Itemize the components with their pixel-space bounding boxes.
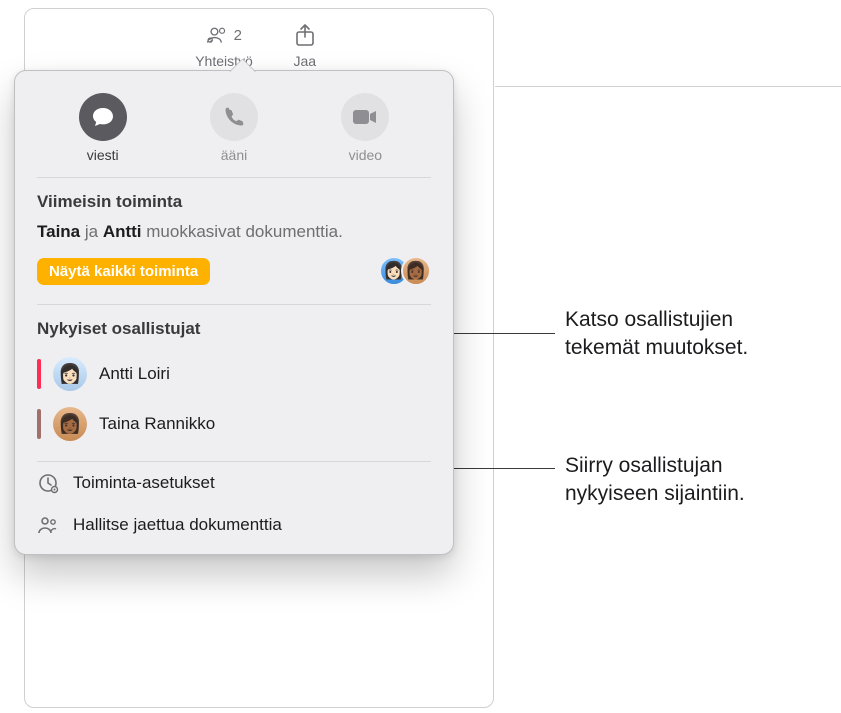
activity-heading: Viimeisin toiminta <box>37 192 431 212</box>
audio-label: ääni <box>221 147 247 163</box>
avatar: 👩🏾 <box>53 407 87 441</box>
message-label: viesti <box>87 147 119 163</box>
activity-settings-label: Toiminta-asetukset <box>73 473 215 493</box>
participants-section: Nykyiset osallistujat 👩🏻 Antti Loiri 👩🏾 … <box>15 305 453 453</box>
frame-edge <box>495 86 841 87</box>
activity-name-2: Antti <box>103 222 142 241</box>
activity-section: Viimeisin toiminta Taina ja Antti muokka… <box>15 178 453 304</box>
phone-icon <box>210 93 258 141</box>
activity-summary: Taina ja Antti muokkasivat dokumenttia. <box>37 222 431 242</box>
video-label: video <box>349 147 382 163</box>
callout-text-location: Siirry osallistujan nykyiseen sijaintiin… <box>565 452 745 509</box>
show-all-activity-button[interactable]: Näytä kaikki toiminta <box>37 258 210 285</box>
message-icon <box>79 93 127 141</box>
toolbar-share-label: Jaa <box>294 53 317 69</box>
collaborate-icon: 2 <box>206 21 242 49</box>
avatar: 👩🏻 <box>53 357 87 391</box>
manage-shared-label: Hallitse jaettua dokumenttia <box>73 515 282 535</box>
toolbar-share-button[interactable]: Jaa <box>287 21 323 69</box>
video-icon <box>341 93 389 141</box>
participant-name: Taina Rannikko <box>99 414 215 434</box>
participant-item[interactable]: 👩🏾 Taina Rannikko <box>37 399 431 449</box>
collaboration-popover: viesti ääni video Viimeisin toiminta Tai… <box>14 70 454 555</box>
audio-button[interactable]: ääni <box>210 93 258 163</box>
collab-count-badge: 2 <box>234 27 242 44</box>
activity-settings-button[interactable]: Toiminta-asetukset <box>15 462 453 504</box>
activity-name-1: Taina <box>37 222 80 241</box>
participant-color <box>37 409 41 439</box>
activity-avatars: 👩🏻 👩🏾 <box>379 256 431 286</box>
avatar: 👩🏾 <box>401 256 431 286</box>
gear-clock-icon <box>37 472 59 494</box>
video-button[interactable]: video <box>341 93 389 163</box>
people-icon <box>37 514 59 536</box>
participant-name: Antti Loiri <box>99 364 170 384</box>
manage-shared-button[interactable]: Hallitse jaettua dokumenttia <box>15 504 453 554</box>
participant-color <box>37 359 41 389</box>
participant-item[interactable]: 👩🏻 Antti Loiri <box>37 349 431 399</box>
participants-heading: Nykyiset osallistujat <box>37 319 431 339</box>
share-icon <box>287 21 323 49</box>
communication-row: viesti ääni video <box>15 71 453 177</box>
toolbar: 2 Yhteistyö Jaa <box>25 9 493 73</box>
callout-text-changes: Katso osallistujien tekemät muutokset. <box>565 306 748 363</box>
message-button[interactable]: viesti <box>79 93 127 163</box>
